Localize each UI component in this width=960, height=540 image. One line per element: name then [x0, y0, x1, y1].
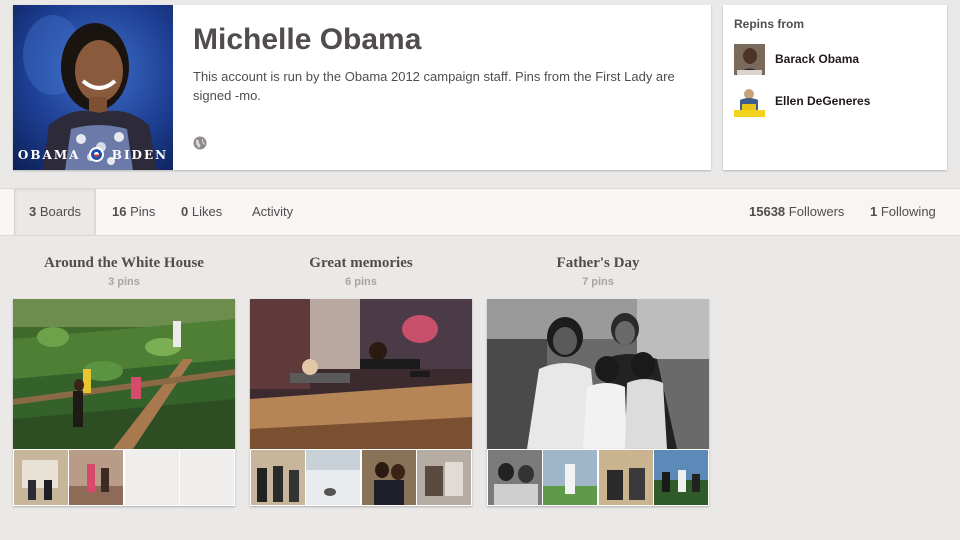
- board-thumbnail[interactable]: [653, 450, 708, 505]
- followers-link[interactable]: 15638 Followers: [749, 189, 844, 235]
- board-great-memories: Great memories 6 pins: [250, 253, 472, 506]
- board-thumbnails: [487, 449, 709, 506]
- following-link[interactable]: 1 Following: [870, 189, 936, 235]
- followers-label: Followers: [788, 204, 845, 219]
- board-thumbnail[interactable]: [306, 450, 361, 505]
- talk-show-photo: [250, 299, 472, 449]
- tab-count: 0: [181, 204, 189, 219]
- board-thumbnail-empty: [179, 450, 234, 505]
- following-count: 1: [870, 204, 878, 219]
- profile-name: Michelle Obama: [193, 23, 422, 56]
- avatar-caption-left: OBAMA: [17, 148, 81, 162]
- board-thumbnail[interactable]: [416, 450, 471, 505]
- repin-user-name: Ellen DeGeneres: [775, 94, 871, 108]
- avatar-caption-right: BIDEN: [111, 148, 169, 162]
- board-thumbnails: [13, 449, 235, 506]
- board-thumbnail[interactable]: [543, 450, 598, 505]
- profile-avatar[interactable]: OBAMA BIDEN: [13, 5, 173, 170]
- tab-likes[interactable]: 0 Likes: [181, 189, 222, 235]
- board-title[interactable]: Around the White House: [13, 253, 235, 273]
- tab-count: 16: [112, 204, 127, 219]
- board-pin-count: 6 pins: [345, 276, 377, 288]
- profile-card: OBAMA BIDEN Michelle Obama This account …: [13, 5, 711, 170]
- board-pin-count: 7 pins: [582, 276, 614, 288]
- repins-title: Repins from: [734, 17, 805, 31]
- garden-photo: [13, 299, 235, 449]
- board-thumbnail[interactable]: [14, 450, 68, 505]
- following-label: Following: [880, 204, 936, 219]
- profile-tabs-bar: 3 Boards 16 Pins 0 Likes Activity 15638 …: [0, 188, 960, 236]
- followers-count: 15638: [749, 204, 786, 219]
- repin-user-name: Barack Obama: [775, 52, 860, 66]
- board-pin-count: 3 pins: [108, 276, 140, 288]
- profile-bio: This account is run by the Obama 2012 ca…: [193, 69, 675, 103]
- repin-user-ellen-degeneres[interactable]: Ellen DeGeneres: [734, 86, 934, 118]
- tab-label: Likes: [191, 204, 223, 219]
- board-title[interactable]: Father's Day: [487, 253, 709, 273]
- tab-label: Activity: [252, 204, 294, 219]
- board-cover-image[interactable]: [13, 299, 235, 449]
- repin-user-barack-obama[interactable]: Barack Obama: [734, 44, 934, 76]
- board-thumbnail[interactable]: [251, 450, 305, 505]
- board-thumbnail[interactable]: [361, 450, 416, 505]
- obama-logo-icon: [88, 147, 104, 162]
- board-cover-image[interactable]: [250, 299, 472, 449]
- tab-boards[interactable]: 3 Boards: [14, 189, 96, 235]
- board-cover-image[interactable]: [487, 299, 709, 449]
- avatar-caption: OBAMA BIDEN: [13, 147, 173, 162]
- board-fathers-day: Father's Day 7 pins: [487, 253, 709, 506]
- board-thumbnail[interactable]: [598, 450, 653, 505]
- board-thumbnails: [250, 449, 472, 506]
- repins-card: Repins from Barack Obama Ellen DeGeneres: [723, 5, 947, 170]
- tab-activity[interactable]: Activity: [252, 189, 293, 235]
- board-thumbnail-empty: [124, 450, 179, 505]
- family-photo: [487, 299, 709, 449]
- board-thumbnail[interactable]: [488, 450, 542, 505]
- globe-icon[interactable]: [193, 136, 207, 150]
- repin-user-avatar: [734, 86, 765, 117]
- tab-label: Pins: [130, 204, 156, 219]
- avatar-photo: [23, 15, 157, 170]
- board-thumbnail[interactable]: [69, 450, 124, 505]
- tab-label: Boards: [39, 204, 82, 219]
- board-title[interactable]: Great memories: [250, 253, 472, 273]
- tab-pins[interactable]: 16 Pins: [112, 189, 155, 235]
- repin-user-avatar: [734, 44, 765, 75]
- tab-count: 3: [29, 204, 37, 219]
- board-around-the-white-house: Around the White House 3 pins: [13, 253, 235, 506]
